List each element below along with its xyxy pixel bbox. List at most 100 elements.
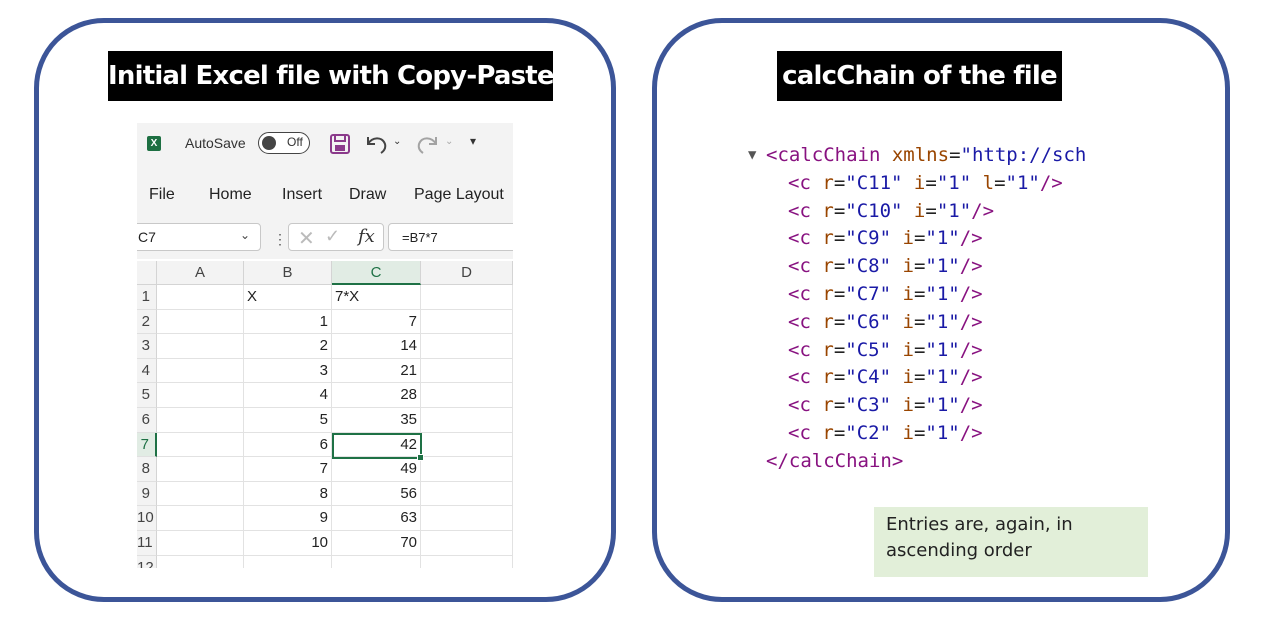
cell-c11[interactable]: 70 (332, 531, 421, 556)
xml-view: <calcChain xmlns="http://sch ▼ <c r="C11" … (748, 140, 1108, 480)
cell-b3[interactable]: 2 (244, 334, 332, 359)
insert-function-icon[interactable]: fx (358, 226, 375, 247)
cell-c2[interactable]: 7 (332, 309, 421, 335)
save-icon[interactable] (329, 133, 351, 155)
cell-a6[interactable] (157, 408, 244, 433)
row-header-6[interactable]: 6 (137, 408, 157, 433)
cell-c5[interactable]: 28 (332, 383, 421, 408)
cell-a3[interactable] (157, 334, 244, 359)
cell-d4[interactable] (421, 358, 513, 384)
redo-dropdown-icon[interactable]: ⌄ (445, 136, 453, 147)
row-header-9[interactable]: 9 (137, 481, 157, 507)
cell-c1[interactable]: 7*X (332, 285, 421, 310)
cell-b5[interactable]: 4 (244, 383, 332, 408)
redo-icon[interactable] (415, 132, 441, 156)
cell-c4[interactable]: 21 (332, 358, 421, 384)
menu-draw[interactable]: Draw (349, 186, 386, 204)
callout-note: Entries are, again, in ascending order (874, 507, 1148, 577)
cell-b6[interactable]: 5 (244, 408, 332, 433)
cell-a4[interactable] (157, 358, 244, 384)
cancel-icon[interactable]: ✕ (298, 226, 315, 251)
cell-c10[interactable]: 63 (332, 506, 421, 531)
chevron-down-icon[interactable]: ⌄ (240, 228, 250, 242)
xml-entry: <c r="C7" i="1"/> (788, 283, 983, 305)
excel-window: X AutoSave Off ⌄ ⌄ ▾ File Home Insert Dr… (137, 123, 513, 568)
cell-a1[interactable] (157, 285, 244, 310)
xml-entry: <c r="C6" i="1"/> (788, 310, 983, 333)
menu-page-layout[interactable]: Page Layout (414, 186, 504, 204)
column-header-c[interactable]: C (332, 261, 421, 285)
cell-a11[interactable] (157, 531, 244, 556)
cell-a2[interactable] (157, 309, 244, 335)
fill-handle[interactable] (417, 454, 424, 461)
formula-input[interactable]: =B7*7 (388, 223, 513, 251)
menu-file[interactable]: File (149, 186, 175, 204)
row-header-4[interactable]: 4 (137, 358, 157, 384)
xml-entry: <c r="C11" i="1" l="1"/> (788, 171, 1063, 194)
cell-d5[interactable] (421, 383, 513, 408)
more-icon[interactable]: ⋮ (273, 231, 287, 248)
cell-a9[interactable] (157, 481, 244, 507)
cell-c3[interactable]: 14 (332, 334, 421, 359)
select-all-corner[interactable] (137, 261, 157, 285)
xml-entry: <c r="C5" i="1"/> (788, 338, 983, 361)
column-header-b[interactable]: B (244, 261, 332, 285)
column-header-a[interactable]: A (157, 261, 244, 285)
autosave-toggle[interactable]: Off (258, 132, 310, 154)
undo-icon[interactable] (363, 132, 389, 156)
row-header-10[interactable]: 10 (137, 506, 157, 531)
xml-entry: <c r="C8" i="1"/> (788, 255, 983, 278)
cell-d7[interactable] (421, 432, 513, 458)
cell-a10[interactable] (157, 506, 244, 531)
xml-root-close: </calcChain> (766, 449, 904, 472)
collapse-triangle-icon[interactable]: ▼ (748, 143, 756, 167)
cell-b4[interactable]: 3 (244, 358, 332, 384)
customize-toolbar-icon[interactable]: ▾ (470, 134, 476, 148)
row-header-8[interactable]: 8 (137, 457, 157, 482)
cell-c12[interactable] (332, 555, 421, 568)
row-header-2[interactable]: 2 (137, 309, 157, 335)
check-icon[interactable]: ✓ (325, 226, 340, 247)
cell-d10[interactable] (421, 506, 513, 531)
cell-d9[interactable] (421, 481, 513, 507)
row-header-12[interactable]: 12 (137, 555, 157, 568)
cell-b9[interactable]: 8 (244, 481, 332, 507)
cell-d3[interactable] (421, 334, 513, 359)
cell-b11[interactable]: 10 (244, 531, 332, 556)
row-header-11[interactable]: 11 (137, 531, 157, 556)
row-header-3[interactable]: 3 (137, 334, 157, 359)
toggle-knob (262, 136, 276, 150)
row-header-7[interactable]: 7 (137, 432, 157, 458)
name-box-value: C7 (138, 229, 156, 245)
column-header-d[interactable]: D (421, 261, 513, 285)
menu-insert[interactable]: Insert (282, 186, 322, 204)
undo-dropdown-icon[interactable]: ⌄ (393, 136, 401, 147)
cell-b2[interactable]: 1 (244, 309, 332, 335)
cell-c6[interactable]: 35 (332, 408, 421, 433)
cell-a8[interactable] (157, 457, 244, 482)
cell-b10[interactable]: 9 (244, 506, 332, 531)
cell-b1[interactable]: X (244, 285, 332, 310)
name-box[interactable]: C7 ⌄ (137, 223, 261, 251)
right-panel-title: calcChain of the file (777, 51, 1062, 101)
left-panel-title: Initial Excel file with Copy-Paste (108, 51, 555, 101)
cell-b7[interactable]: 6 (244, 432, 332, 458)
cell-d12[interactable] (421, 555, 513, 568)
cell-b12[interactable] (244, 555, 332, 568)
cell-b8[interactable]: 7 (244, 457, 332, 482)
row-header-1[interactable]: 1 (137, 285, 157, 310)
spreadsheet-grid[interactable]: A B C D 1 X 7*X 2 1 7 3 2 14 4 3 21 5 4 28 6 5 35 7 6 42 8 7 49 9 8 56… (137, 261, 513, 568)
excel-logo-icon: X (147, 136, 161, 151)
cell-a12[interactable] (157, 555, 244, 568)
cell-d8[interactable] (421, 457, 513, 482)
cell-c9[interactable]: 56 (332, 481, 421, 507)
cell-a5[interactable] (157, 383, 244, 408)
row-header-5[interactable]: 5 (137, 383, 157, 408)
cell-c8[interactable]: 49 (332, 457, 421, 482)
cell-d2[interactable] (421, 309, 513, 335)
menu-home[interactable]: Home (209, 186, 252, 204)
cell-d1[interactable] (421, 285, 513, 310)
cell-d11[interactable] (421, 531, 513, 556)
cell-a7[interactable] (157, 432, 244, 458)
cell-d6[interactable] (421, 408, 513, 433)
